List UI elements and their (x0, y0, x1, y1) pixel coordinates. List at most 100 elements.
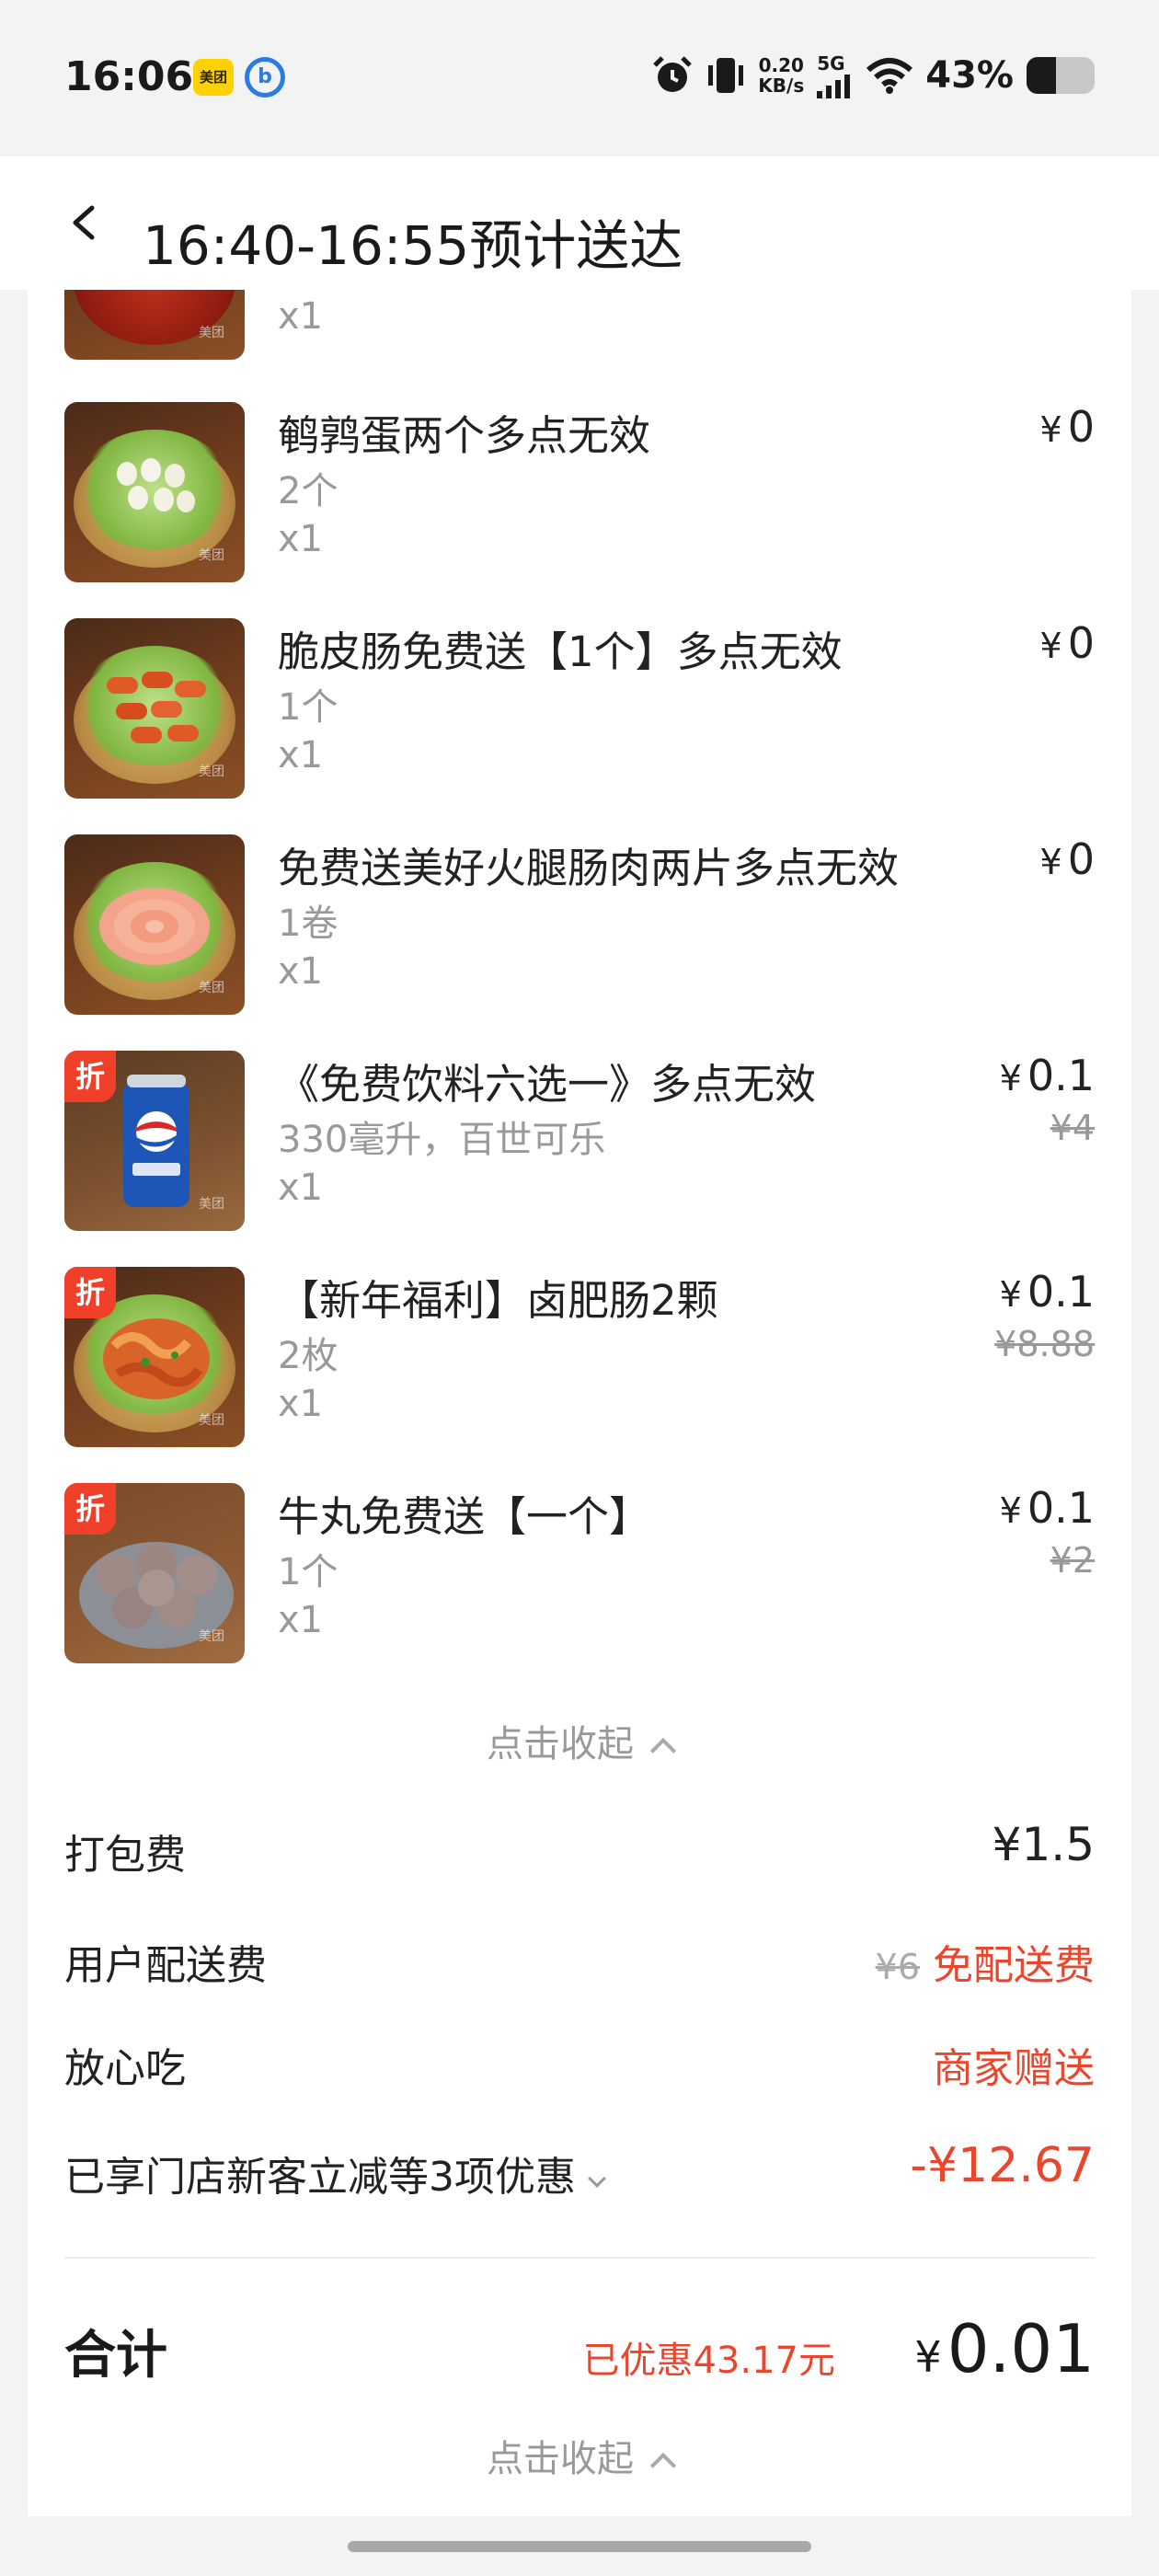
safe-eat-row: 放心吃 商家赠送 (64, 2035, 1095, 2099)
currency-symbol: ¥ (914, 2332, 942, 2382)
ham-slice-shape (99, 888, 210, 965)
item-original-price: ¥2 (1050, 1540, 1095, 1581)
image-watermark: 美团 (199, 1197, 224, 1212)
net-speed-value: 0.20 (758, 54, 804, 76)
currency-symbol: ¥ (1039, 842, 1062, 882)
promo-value: -¥12.67 (910, 2138, 1095, 2193)
wifi-icon (866, 58, 913, 94)
item-price: ¥0 (1040, 618, 1095, 668)
delivery-fee-row: 用户配送费 ¥6 免配送费 (64, 1932, 1095, 1996)
order-item[interactable]: 折 美团 【新年福利】卤肥肠2颗 2枚 x1 ¥0.1 ¥8.88 (64, 1267, 1095, 1451)
item-original-price: ¥8.88 (994, 1324, 1095, 1364)
order-item[interactable]: 美团 鹌鹑蛋两个多点无效 2个 x1 ¥0 (64, 402, 1095, 586)
promo-row[interactable]: 已享门店新客立减等3项优惠 -¥12.67 (64, 2138, 1095, 2208)
discount-badge: 折 (64, 1051, 116, 1102)
alarm-icon (653, 56, 693, 92)
image-watermark: 美团 (199, 1413, 224, 1428)
page-title: 16:40-16:55预计送达 (143, 214, 683, 277)
app-notification-icon: b (245, 57, 285, 98)
order-item[interactable]: 折 美团 《免费饮料六选一》多点无效 330毫升，百世可乐 x1 ¥0.1 ¥4 (64, 1051, 1095, 1235)
net-speed: 0.20 KB/s (758, 55, 804, 96)
battery-percent: 43% (925, 54, 1014, 97)
item-price-value: 0.1 (1027, 1483, 1095, 1533)
cola-can-shape (123, 1075, 189, 1207)
chevron-down-icon (588, 2169, 606, 2188)
delivery-fee-free: 免配送费 (933, 1942, 1095, 1989)
network-type: 5G (817, 52, 845, 75)
item-qty: x1 (278, 1599, 324, 1641)
currency-symbol: ¥ (999, 1490, 1022, 1531)
item-image: 美团 (64, 290, 245, 360)
item-name: 【新年福利】卤肥肠2颗 (278, 1276, 718, 1325)
promo-label[interactable]: 已享门店新客立减等3项优惠 (64, 2144, 606, 2202)
status-right-group: 0.20 KB/s 5G 43% (651, 48, 1095, 103)
discount-badge: 折 (64, 1267, 116, 1318)
collapse-summary-button[interactable]: 点击收起 (28, 2429, 1131, 2482)
collapse-items-button[interactable]: 点击收起 (28, 1714, 1131, 1767)
item-spec: 1个 (278, 686, 339, 729)
item-name: 《免费饮料六选一》多点无效 (278, 1060, 817, 1109)
item-image: 折 美团 (64, 1051, 245, 1231)
item-qty: x1 (278, 950, 324, 993)
back-arrow-icon[interactable] (66, 204, 103, 241)
item-qty: x1 (278, 518, 324, 560)
divider (64, 2257, 1095, 2259)
item-image: 折 美团 (64, 1267, 245, 1447)
quail-egg-shape (117, 458, 195, 512)
image-watermark: 美团 (199, 326, 224, 340)
safe-eat-value: 商家赠送 (933, 2045, 1095, 2092)
delivery-fee-label: 用户配送费 (64, 1942, 267, 1989)
order-item[interactable]: 美团 免费送美好火腿肠肉两片多点无效 1卷 x1 ¥0 (64, 834, 1095, 1018)
item-name: 免费送美好火腿肠肉两片多点无效 (278, 844, 900, 892)
promo-label-text: 已享门店新客立减等3项优惠 (64, 2154, 576, 2201)
discount-badge: 折 (64, 1483, 116, 1535)
vibrate-icon (708, 58, 744, 93)
collapse-label: 点击收起 (487, 2438, 634, 2480)
order-item[interactable]: 折 美团 牛丸免费送【一个】 1个 x1 ¥0.1 ¥2 (64, 1483, 1095, 1667)
packing-fee-label: 打包费 (64, 1832, 186, 1879)
item-price: ¥0 (1040, 834, 1095, 884)
packing-fee-value: ¥1.5 (992, 1818, 1095, 1871)
currency-symbol: ¥ (999, 1058, 1022, 1098)
item-price: ¥0 (1040, 402, 1095, 452)
chevron-up-icon (649, 2452, 677, 2479)
chevron-up-icon (649, 1737, 677, 1765)
item-spec: 2个 (278, 470, 339, 512)
currency-symbol: ¥ (1039, 626, 1062, 666)
packing-fee-row: 打包费 ¥1.5 (64, 1818, 1095, 1886)
item-spec: 1个 (278, 1551, 339, 1593)
page-header: 16:40-16:55预计送达 (0, 156, 1159, 290)
currency-symbol: ¥ (999, 1274, 1022, 1315)
home-indicator[interactable] (348, 2541, 811, 2552)
item-price-value: 0 (1067, 402, 1095, 452)
item-qty: x1 (278, 734, 324, 776)
signal-icon (817, 75, 851, 98)
order-item[interactable]: 美团 x1 (64, 290, 1095, 363)
image-watermark: 美团 (199, 1629, 224, 1644)
image-watermark: 美团 (199, 765, 224, 779)
total-saved: 已优惠43.17元 (582, 2340, 835, 2382)
item-spec: 1卷 (278, 903, 339, 945)
item-original-price: ¥4 (1050, 1108, 1095, 1148)
item-image: 美团 (64, 402, 245, 582)
battery-fill (1027, 57, 1056, 94)
item-qty: x1 (278, 1167, 324, 1209)
currency-symbol: ¥ (1039, 409, 1062, 450)
image-watermark: 美团 (199, 981, 224, 995)
item-price-value: 0.1 (1027, 1051, 1095, 1100)
total-value: ¥0.01 (914, 2310, 1095, 2387)
status-time: 16:06 (64, 53, 194, 100)
item-price: ¥0.1 (1000, 1483, 1095, 1533)
battery-icon (1027, 57, 1095, 94)
item-name: 牛丸免费送【一个】 (278, 1492, 651, 1541)
safe-eat-label: 放心吃 (64, 2045, 186, 2092)
item-name: 脆皮肠免费送【1个】多点无效 (278, 627, 843, 676)
item-name: 鹌鹑蛋两个多点无效 (278, 411, 651, 460)
item-spec: 330毫升，百世可乐 (278, 1119, 606, 1161)
delivery-fee-value: ¥6 免配送费 (876, 1932, 1095, 1991)
item-price: ¥0.1 (1000, 1267, 1095, 1317)
order-item[interactable]: 美团 脆皮肠免费送【1个】多点无效 1个 x1 ¥0 (64, 618, 1095, 802)
item-qty: x1 (278, 1383, 324, 1425)
item-spec: 2枚 (278, 1335, 339, 1377)
item-price: ¥0.1 (1000, 1051, 1095, 1100)
